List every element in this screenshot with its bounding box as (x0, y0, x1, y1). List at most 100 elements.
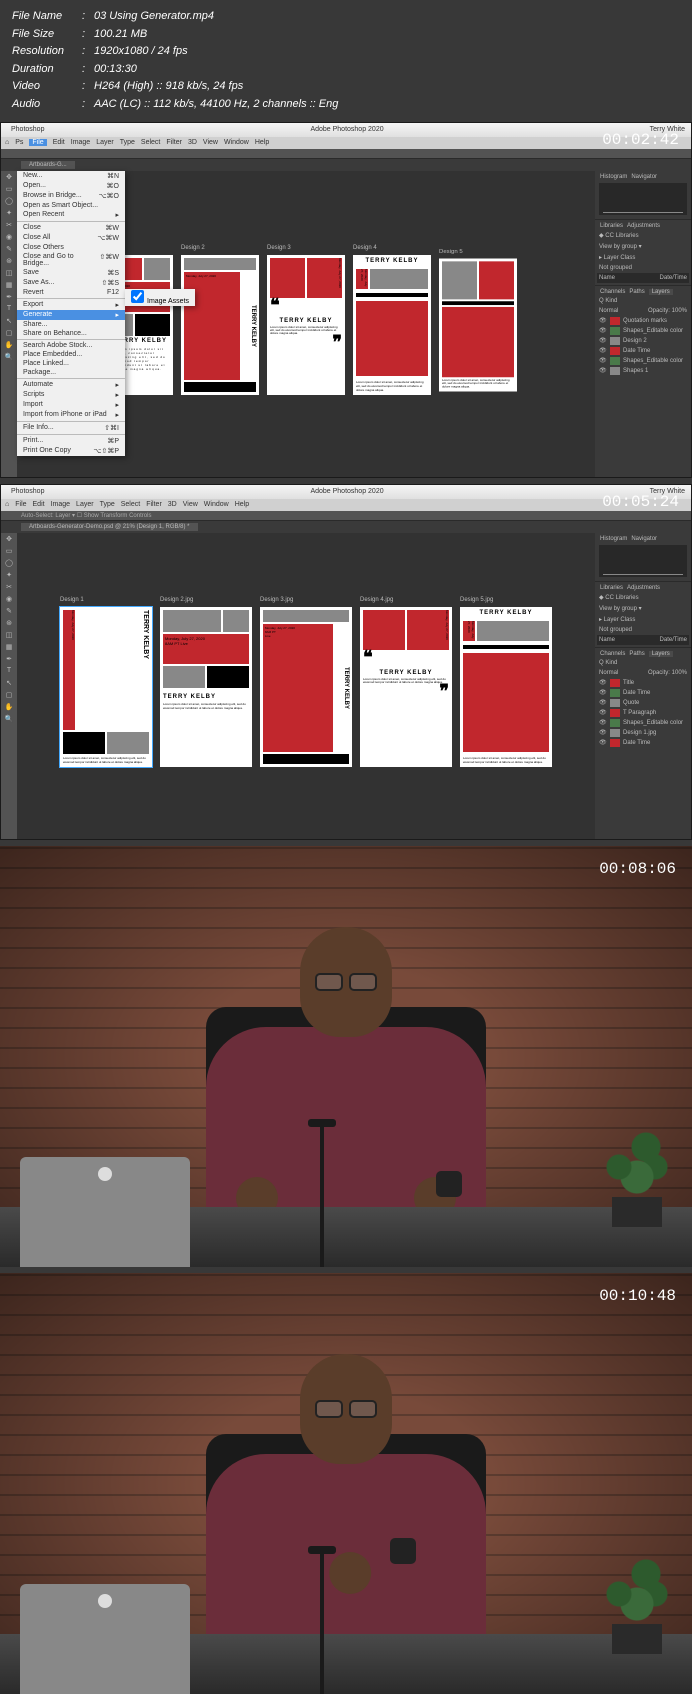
artboard-5[interactable]: Design 5.jpg TERRY KELBY Monday, July 27… (460, 607, 552, 767)
timestamp: 00:05:24 (602, 493, 679, 511)
layer-row[interactable]: 👁T Paragraph (597, 708, 689, 718)
menu-item[interactable]: Place Linked... (17, 359, 125, 368)
menu-item[interactable]: RevertF12 (17, 288, 125, 297)
layer-row[interactable]: 👁Design 1.jpg (597, 728, 689, 738)
move-tool-icon[interactable]: ✥ (3, 173, 15, 183)
artboard-4[interactable]: Design 4 TERRY KELBY Monday, July 27, 20… (353, 255, 431, 395)
menu-item[interactable]: Save As...⇧⌘S (17, 278, 125, 288)
type-tool-icon[interactable]: T (3, 305, 15, 315)
layer-row[interactable]: 👁Date Time (597, 346, 689, 356)
menu-item[interactable]: Open Recent▸ (17, 210, 125, 220)
menu-item[interactable]: Generate▸ (17, 310, 125, 320)
canvas[interactable]: Design 1 Monday, July 27, 2020TERRY KELB… (17, 533, 595, 840)
zoom-tool-icon[interactable]: 🔍 (3, 353, 15, 363)
generate-submenu[interactable]: Image Assets (125, 289, 195, 306)
layer-row[interactable]: 👁Shapes_Editable color (597, 326, 689, 336)
menu-ps[interactable]: Ps (15, 139, 23, 146)
artboard-5[interactable]: Design 5 Lorem ipsum dolor sit amet, con… (439, 258, 517, 391)
layer-row[interactable]: 👁Shapes_Editable color (597, 356, 689, 366)
lasso-tool-icon[interactable]: ◯ (3, 197, 15, 207)
layer-row[interactable]: 👁Shapes 1 (597, 366, 689, 376)
menu-item[interactable]: Close All⌥⌘W (17, 233, 125, 243)
brush-tool-icon[interactable]: ✎ (3, 245, 15, 255)
menu-item[interactable]: Package... (17, 368, 125, 377)
layer-row[interactable]: 👁Quote (597, 698, 689, 708)
menu-item[interactable]: Print...⌘P (17, 436, 125, 446)
layer-row[interactable]: 👁Date Time (597, 688, 689, 698)
presenter-photo-2: 00:10:48 (0, 1273, 692, 1694)
menu-item[interactable]: Export▸ (17, 300, 125, 310)
timestamp: 00:02:42 (602, 131, 679, 149)
menu-file[interactable]: File (29, 139, 46, 146)
eyedropper-tool-icon[interactable]: ◉ (3, 233, 15, 243)
eraser-tool-icon[interactable]: ◫ (3, 269, 15, 279)
gradient-tool-icon[interactable]: ▦ (3, 281, 15, 291)
layer-row[interactable]: 👁Date Time (597, 738, 689, 748)
menu-item[interactable]: Automate▸ (17, 380, 125, 390)
home-icon[interactable]: ⌂ (5, 501, 9, 508)
wand-tool-icon[interactable]: ✦ (3, 209, 15, 219)
app-menubar: ⌂ Ps File Edit Image Layer Type Select F… (1, 137, 691, 149)
photoshop-screenshot-2: 00:05:24 Photoshop Adobe Photoshop 2020 … (0, 484, 692, 840)
menu-3d[interactable]: 3D (188, 139, 197, 146)
doc-tabs: Artboards-G... (1, 159, 691, 171)
crop-tool-icon[interactable]: ✂ (3, 221, 15, 231)
layer-row[interactable]: 👁Shapes_Editable color (597, 718, 689, 728)
menu-image[interactable]: Image (71, 139, 90, 146)
menu-layer[interactable]: Layer (96, 139, 114, 146)
menu-item[interactable]: Import▸ (17, 400, 125, 410)
mac-menubar: Photoshop Adobe Photoshop 2020 Terry Whi… (1, 123, 691, 137)
artboard-1[interactable]: Design 1 Monday, July 27, 2020TERRY KELB… (60, 607, 152, 767)
marquee-tool-icon[interactable]: ▭ (3, 185, 15, 195)
artboard-2[interactable]: Design 2.jpg Monday, July 27, 20208AM PT… (160, 607, 252, 767)
stamp-tool-icon[interactable]: ⊛ (3, 257, 15, 267)
menu-edit[interactable]: Edit (53, 139, 65, 146)
menu-select[interactable]: Select (141, 139, 160, 146)
menu-item[interactable]: Open as Smart Object... (17, 201, 125, 210)
menu-item[interactable]: Open...⌘O (17, 181, 125, 191)
menu-item[interactable]: Print One Copy⌥⇧⌘P (17, 446, 125, 456)
menu-item[interactable]: New...⌘N (17, 171, 125, 181)
layer-row[interactable]: 👁Design 2 (597, 336, 689, 346)
menu-item[interactable]: Save⌘S (17, 268, 125, 278)
menu-item[interactable]: Search Adobe Stock... (17, 341, 125, 350)
plant (592, 1534, 682, 1654)
menu-item[interactable]: Close and Go to Bridge...⇧⌘W (17, 252, 125, 268)
artboard-2[interactable]: Design 2 Monday, July 27, 2020TERRY KELB… (181, 255, 259, 395)
tools-panel: ✥ ▭ ◯ ✦ ✂ ◉ ✎ ⊛ ◫ ▦ ✒ T ↖ ▢ ✋ 🔍 (1, 171, 17, 478)
menu-window[interactable]: Window (224, 139, 249, 146)
home-icon[interactable]: ⌂ (5, 139, 9, 146)
menu-filter[interactable]: Filter (166, 139, 182, 146)
menu-item[interactable]: Close⌘W (17, 223, 125, 233)
hand-tool-icon[interactable]: ✋ (3, 341, 15, 351)
image-assets-checkbox[interactable] (131, 290, 144, 303)
menu-help[interactable]: Help (255, 139, 269, 146)
artboard-4[interactable]: Design 4.jpg Monday, July 27, 2020 ❝ TER… (360, 607, 452, 767)
doc-tab[interactable]: Artboards-G... (21, 161, 75, 169)
menu-item[interactable]: Browse in Bridge...⌥⌘O (17, 191, 125, 201)
layer-row[interactable]: 👁Title (597, 678, 689, 688)
layer-row[interactable]: 👁Quotation marks (597, 316, 689, 326)
menu-item[interactable]: Import from iPhone or iPad▸ (17, 410, 125, 420)
menu-item[interactable]: Scripts▸ (17, 390, 125, 400)
pen-tool-icon[interactable]: ✒ (3, 293, 15, 303)
path-tool-icon[interactable]: ↖ (3, 317, 15, 327)
menu-item[interactable]: Close Others (17, 243, 125, 252)
glasses-icon (308, 1400, 384, 1420)
menu-item[interactable]: Share on Behance... (17, 329, 125, 338)
shape-tool-icon[interactable]: ▢ (3, 329, 15, 339)
canvas[interactable]: New...⌘NOpen...⌘OBrowse in Bridge...⌥⌘OO… (17, 171, 595, 478)
layers-list: 👁Quotation marks👁Shapes_Editable color👁D… (597, 316, 689, 376)
doc-tab[interactable]: Artboards-Generator-Demo.psd @ 21% (Desi… (21, 523, 198, 531)
move-tool-icon[interactable]: ✥ (3, 535, 15, 545)
menu-view[interactable]: View (203, 139, 218, 146)
menu-item[interactable]: Place Embedded... (17, 350, 125, 359)
artboard-3[interactable]: Design 3.jpg Monday, July 27, 20208AM PT… (260, 607, 352, 767)
artboard-3[interactable]: Design 3 Monday, July 27, 2020 ❝ TERRY K… (267, 255, 345, 395)
menu-item[interactable]: File Info...⇧⌘I (17, 423, 125, 433)
layers-list: 👁Title👁Date Time👁Quote👁T Paragraph👁Shape… (597, 678, 689, 748)
microphone-icon (320, 1554, 324, 1694)
menu-type[interactable]: Type (120, 139, 135, 146)
menu-item[interactable]: Share... (17, 320, 125, 329)
app-menubar: ⌂ FileEditImageLayerTypeSelectFilter3DVi… (1, 499, 691, 511)
